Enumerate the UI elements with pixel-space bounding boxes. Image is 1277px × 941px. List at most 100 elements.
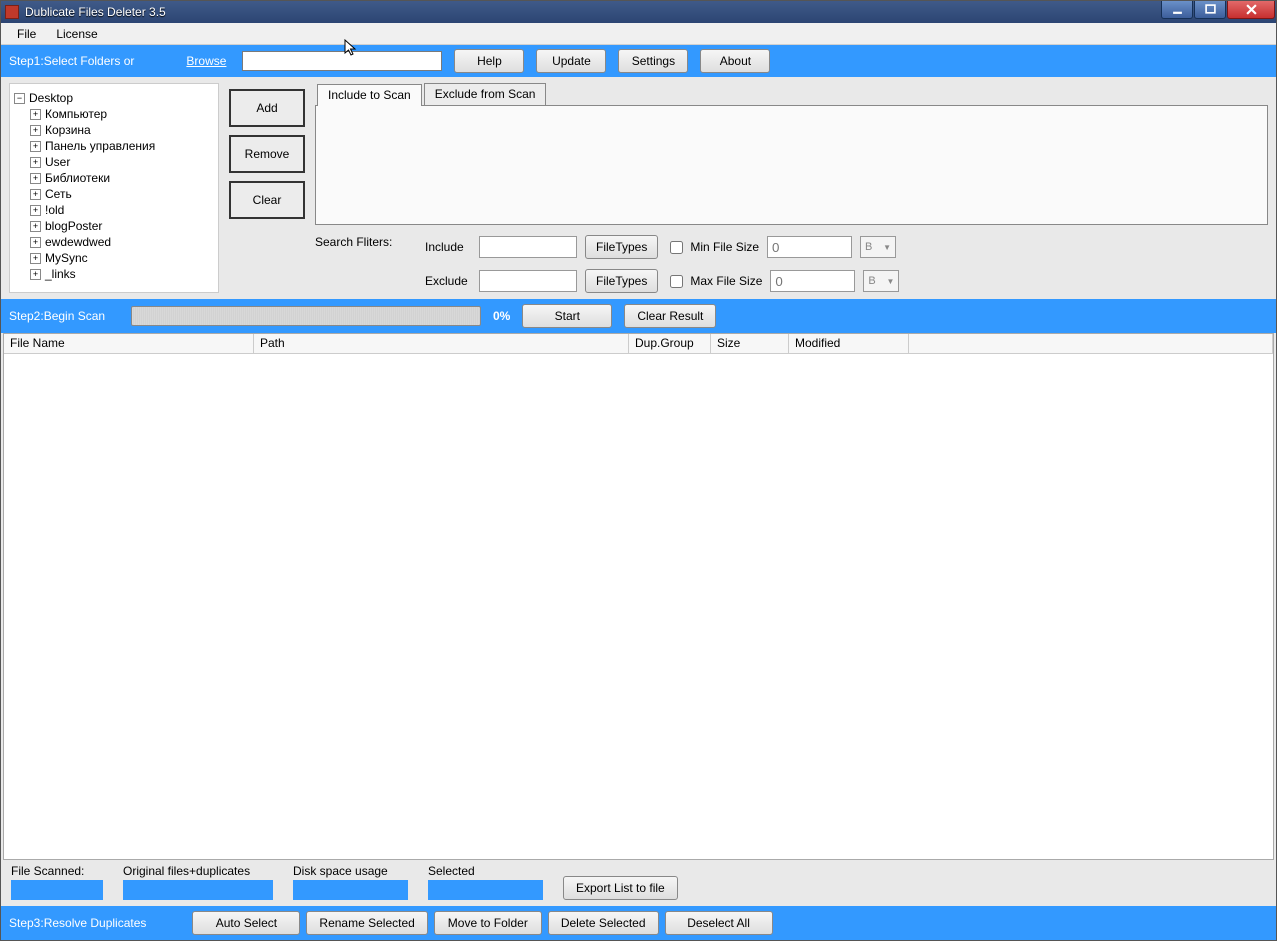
tree-item-label: Панель управления	[45, 138, 155, 154]
tree-item[interactable]: +!old	[30, 202, 214, 218]
tree-item[interactable]: + Корзина	[30, 122, 214, 138]
chevron-down-icon: ▼	[886, 277, 894, 286]
folder-action-buttons: Add Remove Clear	[229, 83, 305, 293]
exclude-filetypes-button[interactable]: FileTypes	[585, 269, 658, 293]
stat-selected-label: Selected	[428, 864, 543, 878]
menu-file[interactable]: File	[7, 24, 46, 44]
tree-item-label: ewdewdwed	[45, 234, 111, 250]
tree-item[interactable]: + Сеть	[30, 186, 214, 202]
tree-item-label: blogPoster	[45, 218, 102, 234]
stat-disk: Disk space usage	[293, 864, 408, 900]
include-filetypes-button[interactable]: FileTypes	[585, 235, 658, 259]
tree-root[interactable]: − Desktop	[14, 90, 214, 106]
tree-item[interactable]: + MySync	[30, 250, 214, 266]
tree-item-label: Корзина	[45, 122, 91, 138]
progress-bar	[131, 306, 481, 326]
tree-item-label: MySync	[45, 250, 88, 266]
add-button[interactable]: Add	[229, 89, 305, 127]
col-spacer	[909, 334, 1273, 353]
app-window: Dublicate Files Deleter 3.5 File License…	[0, 0, 1277, 941]
path-input[interactable]	[242, 51, 442, 71]
step1-label: Step1:Select Folders or	[9, 54, 134, 68]
chevron-down-icon: ▼	[883, 243, 891, 252]
folder-tree[interactable]: − Desktop + Компьютер + Корзина + Панель упра…	[9, 83, 219, 293]
max-filesize-input[interactable]	[770, 270, 855, 292]
stat-selected-bar	[428, 880, 543, 900]
stat-disk-bar	[293, 880, 408, 900]
close-button[interactable]	[1227, 1, 1275, 19]
settings-button[interactable]: Settings	[618, 49, 688, 73]
exclude-input[interactable]	[479, 270, 577, 292]
expand-icon[interactable]: +	[30, 109, 41, 120]
update-button[interactable]: Update	[536, 49, 606, 73]
tree-item[interactable]: + Панель управления	[30, 138, 214, 154]
start-button[interactable]: Start	[522, 304, 612, 328]
move-to-folder-button[interactable]: Move to Folder	[434, 911, 542, 935]
remove-button[interactable]: Remove	[229, 135, 305, 173]
expand-icon[interactable]: +	[30, 237, 41, 248]
tab-strip: Include to Scan Exclude from Scan	[317, 83, 1268, 105]
window-controls	[1161, 1, 1276, 23]
expand-icon[interactable]: +	[30, 269, 41, 280]
exclude-label: Exclude	[425, 274, 471, 288]
tree-item[interactable]: + Компьютер	[30, 106, 214, 122]
tree-item[interactable]: + blogPoster	[30, 218, 214, 234]
expand-icon[interactable]: +	[30, 221, 41, 232]
col-modified[interactable]: Modified	[789, 334, 909, 353]
deselect-all-button[interactable]: Deselect All	[665, 911, 773, 935]
min-filesize-check[interactable]	[670, 241, 683, 254]
col-size[interactable]: Size	[711, 334, 789, 353]
expand-icon[interactable]: +	[30, 253, 41, 264]
export-button[interactable]: Export List to file	[563, 876, 678, 900]
max-filesize-check[interactable]	[670, 275, 683, 288]
include-input[interactable]	[479, 236, 577, 258]
filters-label: Search Fliters:	[315, 235, 405, 293]
expand-icon[interactable]: +	[30, 189, 41, 200]
maximize-button[interactable]	[1194, 1, 1226, 19]
collapse-icon[interactable]: −	[14, 93, 25, 104]
expand-icon[interactable]: +	[30, 125, 41, 136]
stats-row: File Scanned: Original files+duplicates …	[1, 860, 1276, 906]
tab-exclude-from-scan[interactable]: Exclude from Scan	[424, 83, 547, 105]
tab-include-to-scan[interactable]: Include to Scan	[317, 84, 422, 106]
min-unit-value: B	[865, 241, 872, 253]
expand-icon[interactable]: +	[30, 157, 41, 168]
min-unit-select[interactable]: B ▼	[860, 236, 896, 258]
clear-result-button[interactable]: Clear Result	[624, 304, 716, 328]
step3-label: Step3:Resolve Duplicates	[9, 916, 146, 930]
tree-item[interactable]: + ewdewdwed	[30, 234, 214, 250]
max-unit-value: B	[868, 275, 875, 287]
rename-selected-button[interactable]: Rename Selected	[306, 911, 427, 935]
col-path[interactable]: Path	[254, 334, 629, 353]
tree-item-label: _links	[45, 266, 76, 282]
delete-selected-button[interactable]: Delete Selected	[548, 911, 659, 935]
max-filesize-label: Max File Size	[690, 274, 762, 288]
minimize-button[interactable]	[1161, 1, 1193, 19]
col-group[interactable]: Dup.Group	[629, 334, 711, 353]
about-button[interactable]: About	[700, 49, 770, 73]
tree-item[interactable]: +Библиотеки	[30, 170, 214, 186]
expand-icon[interactable]: +	[30, 205, 41, 216]
clear-button[interactable]: Clear	[229, 181, 305, 219]
max-unit-select[interactable]: B ▼	[863, 270, 899, 292]
auto-select-button[interactable]: Auto Select	[192, 911, 300, 935]
app-icon	[5, 5, 19, 19]
window-title: Dublicate Files Deleter 3.5	[25, 5, 1161, 19]
help-button[interactable]: Help	[454, 49, 524, 73]
stat-original: Original files+duplicates	[123, 864, 273, 900]
stat-scanned: File Scanned:	[11, 864, 103, 900]
max-filesize-checkbox[interactable]: Max File Size	[666, 272, 762, 291]
expand-icon[interactable]: +	[30, 173, 41, 184]
tree-item-label: Компьютер	[45, 106, 107, 122]
results-table[interactable]: File Name Path Dup.Group Size Modified	[3, 333, 1274, 860]
min-filesize-input[interactable]	[767, 236, 852, 258]
tree-item[interactable]: + _links	[30, 266, 214, 282]
tree-item[interactable]: +User	[30, 154, 214, 170]
stat-disk-label: Disk space usage	[293, 864, 408, 878]
tree-item-label: Сеть	[45, 186, 72, 202]
min-filesize-checkbox[interactable]: Min File Size	[666, 238, 759, 257]
menu-license[interactable]: License	[46, 24, 107, 44]
col-filename[interactable]: File Name	[4, 334, 254, 353]
browse-link[interactable]: Browse	[186, 54, 226, 68]
expand-icon[interactable]: +	[30, 141, 41, 152]
